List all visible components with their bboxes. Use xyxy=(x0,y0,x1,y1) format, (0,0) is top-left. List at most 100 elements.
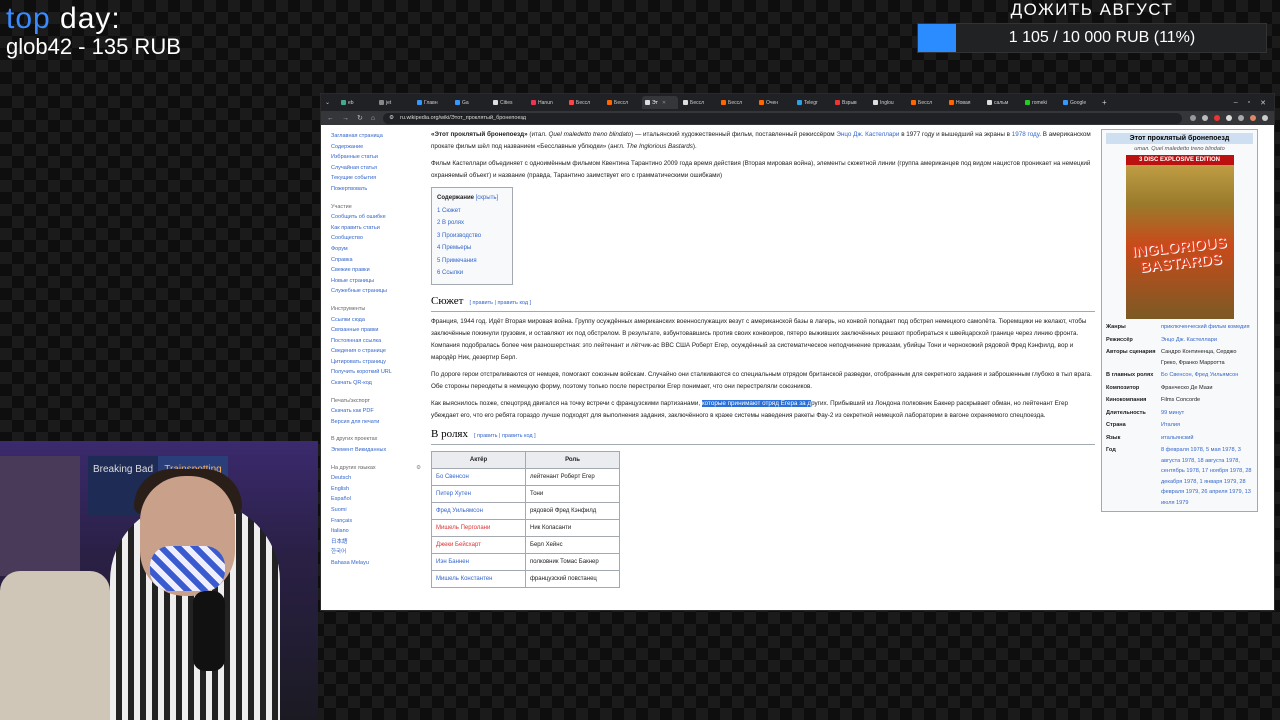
minimize-icon[interactable]: – xyxy=(1234,99,1238,107)
sidebar-link[interactable]: Свежие правки xyxy=(331,265,421,276)
browser-tab[interactable]: сальм xyxy=(984,96,1020,109)
bookmark-star-icon[interactable] xyxy=(1202,115,1208,121)
new-tab-icon[interactable]: + xyxy=(1102,98,1107,107)
cast-actor[interactable]: Джеки Бейсхарт xyxy=(431,535,526,554)
cast-header-role[interactable]: Роль xyxy=(525,450,620,469)
sidebar-link[interactable]: Сведения о странице xyxy=(331,346,421,357)
extension-red-icon[interactable] xyxy=(1214,115,1220,121)
cast-actor[interactable]: Фред Уильямсон xyxy=(431,501,526,520)
zoom-icon[interactable] xyxy=(1190,115,1196,121)
toc-item[interactable]: 6 Ссылки xyxy=(437,267,507,280)
browser-tab[interactable]: Бессл xyxy=(680,96,716,109)
sidebar-link[interactable]: Как править статьи xyxy=(331,223,421,234)
infobox-value[interactable]: 99 минут xyxy=(1161,408,1253,419)
browser-tab[interactable]: jet xyxy=(376,96,412,109)
sidebar-link[interactable]: Содержание xyxy=(331,142,421,153)
site-info-icon[interactable]: ⚙ xyxy=(389,115,394,121)
sidebar-link[interactable]: English xyxy=(331,484,421,495)
sidebar-link[interactable]: Deutsch xyxy=(331,473,421,484)
browser-tab[interactable]: Бессл xyxy=(908,96,944,109)
browser-tab[interactable]: eb xyxy=(338,96,374,109)
browser-tab[interactable]: Hanun xyxy=(528,96,564,109)
infobox-value[interactable]: Италия xyxy=(1161,420,1253,431)
toc-item[interactable]: 1 Сюжет xyxy=(437,205,507,218)
sidebar-link[interactable]: Служебные страницы xyxy=(331,286,421,297)
sidebar-link[interactable]: Форум xyxy=(331,244,421,255)
infobox-value[interactable]: 8 февраля 1978, 5 мая 1978, 3 августа 19… xyxy=(1161,445,1253,508)
sidebar-link[interactable]: Получить короткий URL xyxy=(331,367,421,378)
home-icon[interactable]: ⌂ xyxy=(371,115,375,122)
sidebar-link[interactable]: Français xyxy=(331,516,421,527)
sidebar-link[interactable]: Пожертвовать xyxy=(331,184,421,195)
cast-actor[interactable]: Мишель Константен xyxy=(431,569,526,588)
sidebar-link[interactable]: Версия для печати xyxy=(331,417,421,428)
infobox-value[interactable]: Энцо Дж. Кастеллари xyxy=(1161,335,1253,346)
browser-tab[interactable]: Бессл xyxy=(566,96,602,109)
browser-tab[interactable]: Эт ✕ xyxy=(642,96,679,109)
sidebar-link[interactable]: Справка xyxy=(331,255,421,266)
selected-text[interactable]: которые принимают отряд Егера за д xyxy=(701,399,812,407)
browser-tab[interactable]: Ga xyxy=(452,96,488,109)
menu-icon[interactable] xyxy=(1262,115,1268,121)
sidebar-link[interactable]: Заглавная страница xyxy=(331,131,421,142)
infobox-value[interactable]: приключенческий фильм комедия xyxy=(1161,322,1253,333)
browser-tab[interactable]: romeki xyxy=(1022,96,1058,109)
sidebar-link[interactable]: Цитировать страницу xyxy=(331,357,421,368)
browser-tab[interactable]: Бессл xyxy=(604,96,640,109)
close-window-icon[interactable]: ✕ xyxy=(1260,99,1266,107)
sidebar-link[interactable]: 日本語 xyxy=(331,537,421,548)
sidebar-link[interactable]: Скачать как PDF xyxy=(331,406,421,417)
sidebar-link[interactable]: 한국어 xyxy=(331,547,421,558)
toc-item[interactable]: 5 Примечания xyxy=(437,255,507,268)
close-tab-icon[interactable]: ✕ xyxy=(662,100,666,106)
toc-item[interactable]: 2 В ролях xyxy=(437,217,507,230)
toc-hide-link[interactable]: [скрыть] xyxy=(476,195,498,201)
toc-item[interactable]: 4 Премьеры xyxy=(437,242,507,255)
director-link[interactable]: Энцо Дж. Кастеллари xyxy=(836,131,899,138)
browser-tab[interactable]: Cities xyxy=(490,96,526,109)
sidebar-link[interactable]: Сообщить об ошибке xyxy=(331,212,421,223)
sidebar-link[interactable]: Скачать QR-код xyxy=(331,378,421,389)
cast-actor[interactable]: Мишель Перголани xyxy=(431,518,526,537)
sidebar-link[interactable]: Сообщество xyxy=(331,233,421,244)
cast-actor[interactable]: Иэн Баннен xyxy=(431,552,526,571)
tab-list-icon[interactable]: ⌄ xyxy=(325,99,330,106)
browser-tab[interactable]: Google xyxy=(1060,96,1096,109)
infobox-value[interactable]: Бо Свенсон, Фред Уильямсон xyxy=(1161,370,1253,381)
gear-icon[interactable]: ⚙ xyxy=(416,463,421,474)
browser-tab[interactable]: Inglou xyxy=(870,96,906,109)
extension-pen-icon[interactable] xyxy=(1226,115,1232,121)
sidebar-link[interactable]: Español xyxy=(331,494,421,505)
sidebar-link[interactable]: Suomi xyxy=(331,505,421,516)
year-link[interactable]: 1978 году xyxy=(1012,131,1039,138)
cast-actor[interactable]: Бо Свенсон xyxy=(431,467,526,486)
browser-tab[interactable]: Главн xyxy=(414,96,450,109)
film-poster[interactable]: 3 DISC EXPLOSIVE EDITION INGLORIOUS BAST… xyxy=(1125,155,1234,319)
profile-avatar-icon[interactable] xyxy=(1250,115,1256,121)
browser-tab[interactable]: Новая xyxy=(946,96,982,109)
cast-edit-links[interactable]: [ править | править код ] xyxy=(474,433,536,439)
sidebar-link[interactable]: Постоянная ссылка xyxy=(331,336,421,347)
sidebar-link[interactable]: Случайная статья xyxy=(331,163,421,174)
reload-icon[interactable]: ↻ xyxy=(357,114,363,122)
url-field[interactable]: ⚙ ru.wikipedia.org/wiki/Этот_проклятый_б… xyxy=(383,112,1182,124)
back-icon[interactable]: ← xyxy=(327,115,334,122)
extension-puzzle-icon[interactable] xyxy=(1238,115,1244,121)
cast-actor[interactable]: Питер Хутен xyxy=(431,484,526,503)
forward-icon[interactable]: → xyxy=(342,115,349,122)
sidebar-link[interactable]: Связанные правки xyxy=(331,325,421,336)
sidebar-link[interactable]: Italiano xyxy=(331,526,421,537)
browser-tab[interactable]: Взрыв xyxy=(832,96,868,109)
maximize-icon[interactable]: ▫ xyxy=(1248,99,1250,107)
plot-edit-links[interactable]: [ править | править код ] xyxy=(469,300,531,306)
sidebar-link[interactable]: Элемент Викиданных xyxy=(331,445,421,456)
sidebar-link[interactable]: Избранные статьи xyxy=(331,152,421,163)
sidebar-link[interactable]: Новые страницы xyxy=(331,276,421,287)
sidebar-link[interactable]: Bahasa Melayu xyxy=(331,558,421,569)
toc-item[interactable]: 3 Производство xyxy=(437,230,507,243)
sidebar-link[interactable]: Ссылки сюда xyxy=(331,315,421,326)
browser-tab[interactable]: Telegr xyxy=(794,96,830,109)
browser-tab[interactable]: Очен xyxy=(756,96,792,109)
browser-tab[interactable]: Бессл xyxy=(718,96,754,109)
sidebar-link[interactable]: Текущие события xyxy=(331,173,421,184)
